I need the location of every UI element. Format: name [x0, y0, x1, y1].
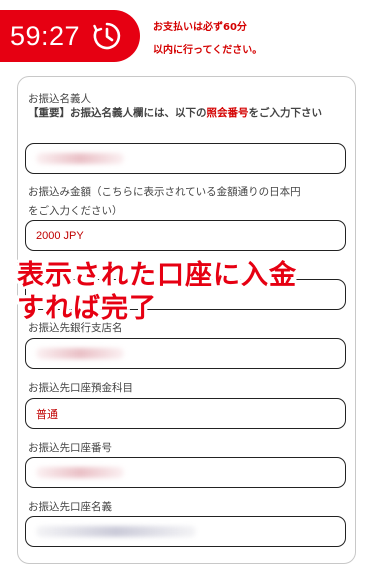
redacted-value	[36, 153, 124, 164]
amount-field[interactable]: 2000 JPY	[25, 220, 346, 251]
name-note: 【重要】お振込名義人欄には、以下の照会番号をご入力下さい	[28, 105, 350, 122]
account-name-label: お振込先口座名義	[28, 501, 112, 513]
clock-icon	[93, 22, 121, 50]
account-type-field[interactable]: 普通	[25, 398, 346, 429]
reference-number-field[interactable]	[25, 143, 346, 174]
countdown-timer: 59:27	[0, 10, 140, 62]
redacted-value	[36, 348, 124, 359]
account-name-field[interactable]	[25, 516, 346, 547]
amount-label-line-1: お振込み金額（こちらに表示されている金額通りの日本円	[28, 186, 301, 198]
account-number-field[interactable]	[25, 457, 346, 488]
overlay-line-1: 表示された口座に入金	[17, 260, 297, 291]
account-number-label: お振込先口座番号	[28, 442, 112, 454]
timer-text: 59:27	[10, 20, 81, 51]
redacted-value	[36, 526, 196, 537]
account-type-value: 普通	[36, 408, 58, 421]
name-label: お振込名義人	[28, 93, 91, 105]
bank-branch-field[interactable]	[25, 338, 346, 369]
notice-line-1: お支払いは必ず60分	[153, 22, 247, 33]
overlay-line-2: すれば完了	[17, 293, 157, 324]
completion-overlay-text: 表示された口座に入金 すれば完了	[17, 259, 297, 325]
amount-value: 2000 JPY	[36, 229, 84, 242]
notice-line-2: 以内に行ってください。	[153, 45, 263, 56]
payment-notice: お支払いは必ず60分 以内に行ってください。	[153, 16, 262, 62]
name-note-emphasis: 照会番号	[206, 107, 249, 119]
name-note-suffix: をご入力下さい	[248, 107, 323, 119]
name-note-prefix: 【重要】お振込名義人欄には、以下の	[28, 107, 207, 119]
account-type-label: お振込先口座預金科目	[28, 382, 133, 394]
amount-label-line-2: をご入力ください）	[28, 205, 123, 217]
redacted-value	[36, 467, 124, 478]
